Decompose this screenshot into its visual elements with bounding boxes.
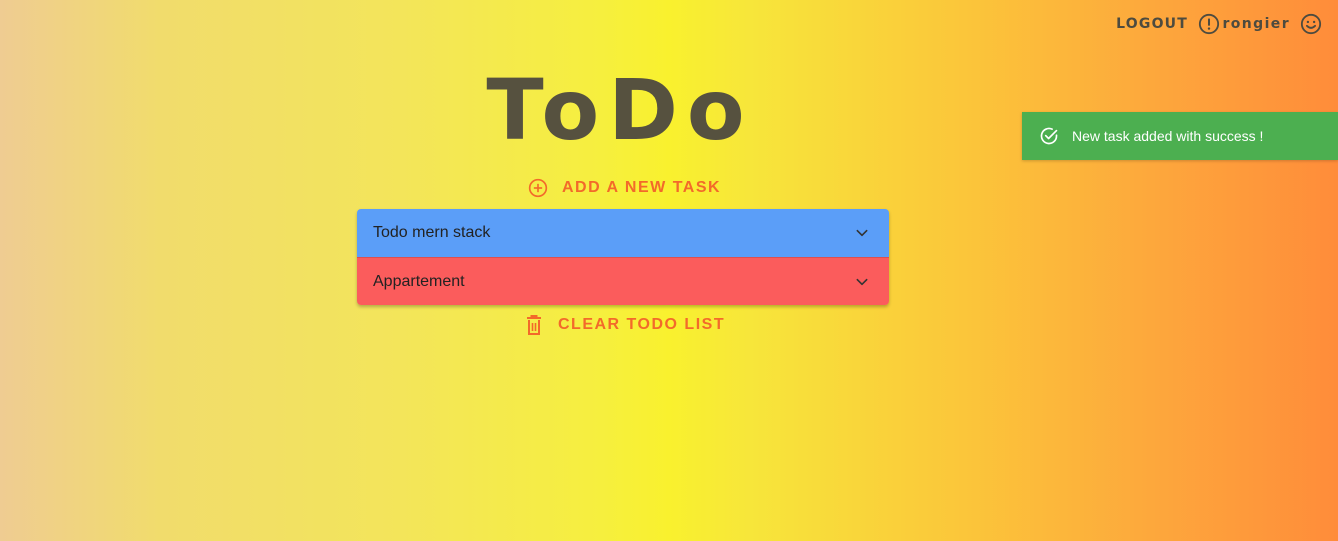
add-task-label: ADD A NEW TASK [562,179,722,196]
trash-icon [526,315,542,335]
add-circle-icon [528,178,548,198]
toast-message: New task added with success ! [1072,128,1264,144]
todo-list: Todo mern stack Appartement [357,209,889,305]
todo-item-todo-mern-stack[interactable]: Todo mern stack [357,209,889,257]
logout-label: LOGOUT [1116,16,1188,32]
todo-item-label: Appartement [373,272,465,290]
todo-item-label: Todo mern stack [373,224,491,241]
username-label: rongier [1222,16,1290,32]
logout-button[interactable]: LOGOUT [1116,0,1220,48]
user-profile-button[interactable]: rongier [1222,0,1322,48]
alert-circle-icon [1198,13,1220,35]
success-toast: New task added with success ! [1022,112,1338,160]
clear-list-label: CLEAR TODO LIST [558,316,726,333]
chevron-down-icon[interactable] [855,275,869,289]
check-circle-icon [1039,126,1059,146]
todo-item-appartement[interactable]: Appartement [357,257,889,305]
smiley-face-icon [1300,13,1322,35]
chevron-down-icon[interactable] [855,226,869,240]
clear-todo-list-button[interactable]: CLEAR TODO LIST [526,311,725,339]
add-task-button[interactable]: ADD A NEW TASK [528,174,721,202]
